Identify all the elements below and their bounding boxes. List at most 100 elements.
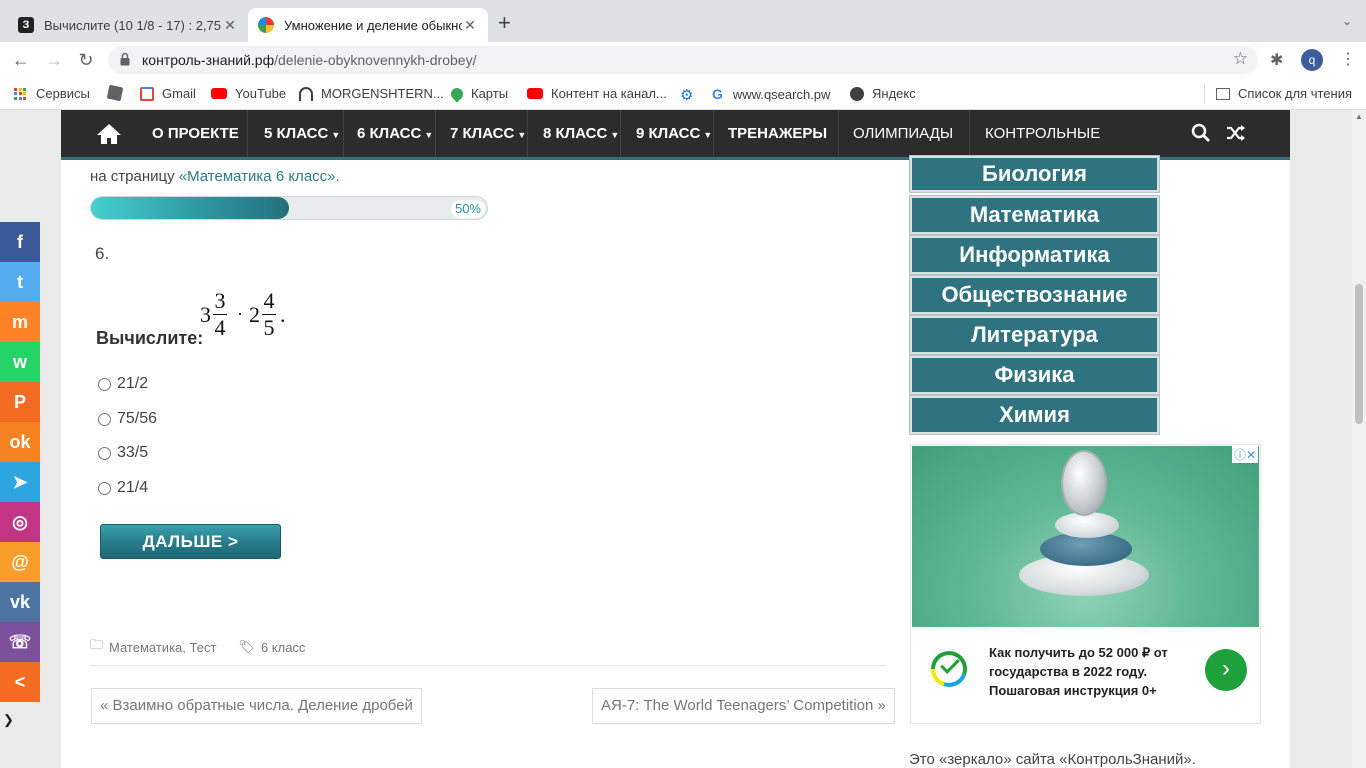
nav-divider	[527, 110, 528, 157]
question-label: Вычислите:	[96, 328, 204, 348]
home-icon[interactable]	[95, 122, 123, 146]
next-button[interactable]: ДАЛЬШЕ >	[100, 524, 281, 559]
answer-option[interactable]: 33/5	[98, 444, 148, 462]
share-print-icon[interactable]: P	[0, 382, 40, 422]
extensions-icon[interactable]: ✱	[1270, 50, 1283, 70]
scrollbar[interactable]	[1352, 110, 1366, 768]
bookmark-channel-content[interactable]: Контент на канал...	[527, 86, 667, 101]
share-telegram-icon[interactable]: ➤	[0, 462, 40, 502]
chevron-right-icon[interactable]: ›	[1205, 649, 1247, 691]
answer-label: 21/2	[117, 375, 149, 392]
formula-whole-1: 3	[200, 301, 211, 327]
formula-fraction-1: 34	[213, 288, 227, 340]
bookmark-star-icon[interactable]: ☆	[1233, 49, 1248, 69]
quiz-progress-bar: 50%	[90, 196, 488, 220]
radio-button[interactable]	[98, 377, 111, 391]
bookmark-label: Gmail	[162, 86, 196, 101]
youtube-icon	[527, 88, 543, 99]
answer-label: 21/4	[117, 479, 149, 496]
share-facebook-icon[interactable]: f	[0, 222, 40, 262]
profile-avatar[interactable]: q	[1301, 49, 1323, 71]
reading-list-button[interactable]: Список для чтения	[1216, 86, 1352, 101]
share-share-icon[interactable]: <	[0, 662, 40, 702]
search-icon[interactable]	[1191, 123, 1211, 143]
google-icon: G	[712, 86, 723, 102]
tab-2[interactable]: Умножение и деление обыкно ✕	[248, 8, 488, 42]
nav-grade-5[interactable]: 5 КЛАСС ▼	[264, 110, 340, 157]
bookmark-youtube[interactable]: YouTube	[211, 86, 286, 101]
answer-option[interactable]: 21/4	[98, 479, 148, 497]
nav-grade-6[interactable]: 6 КЛАСС ▼	[357, 110, 433, 157]
tab-1[interactable]: З Вычислите (10 1/8 - 17) : 2,75 ✕	[8, 8, 248, 42]
share-viber-icon[interactable]: ☏	[0, 622, 40, 662]
adchoices-icon[interactable]: ⓘ✕	[1231, 446, 1258, 463]
subject-physics[interactable]: Физика	[909, 355, 1160, 395]
reload-icon[interactable]: ↻	[75, 49, 97, 71]
prev-post-link[interactable]: « Взаимно обратные числа. Деление дробей	[91, 688, 422, 724]
web-page: О ПРОЕКТЕ 5 КЛАСС ▼ 6 КЛАСС ▼ 7 КЛАСС ▼ 8 К…	[0, 110, 1366, 768]
nav-trainers[interactable]: ТРЕНАЖЕРЫ	[728, 110, 827, 157]
nav-grade-9[interactable]: 9 КЛАСС ▼	[636, 110, 712, 157]
share-mailru-icon[interactable]: @	[0, 542, 40, 582]
subject-math[interactable]: Математика	[909, 195, 1160, 235]
radio-button[interactable]	[98, 412, 111, 426]
chevron-down-icon: ▼	[610, 130, 620, 140]
category-link[interactable]: Математика	[109, 640, 182, 655]
next-post-link[interactable]: АЯ-7: The World Teenagers’ Competition »	[592, 688, 895, 724]
nav-about[interactable]: О ПРОЕКТЕ	[152, 110, 239, 157]
close-tab-icon[interactable]: ✕	[222, 17, 238, 34]
scrollbar-thumb[interactable]	[1355, 284, 1363, 424]
nav-olympiads[interactable]: ОЛИМПИАДЫ	[853, 110, 953, 157]
subject-chemistry[interactable]: Химия	[909, 395, 1160, 435]
bookmark-settings[interactable]: ⚙	[680, 86, 693, 104]
subject-informatics[interactable]: Информатика	[909, 235, 1160, 275]
category-link[interactable]: Тест	[190, 640, 217, 655]
share-vk-icon[interactable]: vk	[0, 582, 40, 622]
menu-icon[interactable]: ⋮	[1340, 49, 1356, 69]
nav-grade-8[interactable]: 8 КЛАСС ▼	[543, 110, 619, 157]
post-meta: 🗀 Математика, Тест 🏷 6 класс	[90, 636, 305, 658]
bookmark-maps[interactable]: Карты	[448, 85, 508, 102]
subject-social-studies[interactable]: Обществознание	[909, 275, 1160, 315]
bookmark-label: www.qsearch.pw	[732, 86, 831, 102]
bookmark-yandex[interactable]: Яндекс	[850, 86, 916, 101]
chevron-down-icon: ▼	[703, 130, 713, 140]
share-mix-icon[interactable]: m	[0, 302, 40, 342]
subject-biology[interactable]: Биология	[909, 155, 1160, 193]
bookmark-unnamed[interactable]	[106, 84, 130, 102]
gear-icon: ⚙	[680, 87, 694, 104]
tag-link[interactable]: 6 класс	[261, 640, 306, 655]
shuffle-icon[interactable]	[1225, 122, 1247, 144]
tab-search-icon[interactable]: ⌄	[1342, 14, 1352, 28]
bookmark-gmail[interactable]: Gmail	[140, 86, 196, 101]
nav-grade-7[interactable]: 7 КЛАСС ▼	[450, 110, 526, 157]
scroll-up-icon[interactable]: ▲	[1355, 112, 1363, 121]
answer-label: 33/5	[117, 444, 149, 461]
math-grade-6-link[interactable]: «Математика 6 класс».	[179, 168, 340, 185]
share-instagram-icon[interactable]: ◎	[0, 502, 40, 542]
answer-label: 75/56	[117, 410, 158, 427]
share-odnoklassniki-icon[interactable]: ok	[0, 422, 40, 462]
radio-button[interactable]	[98, 481, 111, 495]
browser-toolbar: ← → ↻ контроль-знаний.рф/delenie-obyknov…	[0, 42, 1366, 78]
answer-option[interactable]: 75/56	[98, 410, 157, 428]
close-tab-icon[interactable]: ✕	[462, 17, 478, 34]
address-bar[interactable]: контроль-знаний.рф/delenie-obyknovennykh…	[108, 46, 1258, 74]
forward-icon[interactable]: →	[43, 49, 65, 71]
bookmark-qsearch[interactable]: G www.qsearch.pw	[712, 86, 830, 102]
new-tab-icon[interactable]: +	[498, 12, 511, 34]
nav-tests[interactable]: КОНТРОЛЬНЫЕ	[985, 110, 1100, 157]
tab-favicon-icon	[258, 17, 274, 33]
subject-literature[interactable]: Литература	[909, 315, 1160, 355]
share-whatsapp-icon[interactable]: w	[0, 342, 40, 382]
formula-operator: ·	[237, 304, 243, 324]
back-icon[interactable]: ←	[10, 49, 32, 71]
bookmark-services[interactable]: Сервисы	[14, 86, 90, 101]
bookmark-morgenshtern[interactable]: MORGENSHTERN...	[299, 86, 444, 101]
collapse-share-icon[interactable]: ❯	[3, 712, 14, 728]
advertisement[interactable]: ⓘ✕ Как получить до 52 000 ₽ от государст…	[910, 444, 1261, 724]
answer-option[interactable]: 21/2	[98, 375, 148, 393]
radio-button[interactable]	[98, 446, 111, 460]
tab-title: Умножение и деление обыкно	[284, 17, 462, 33]
share-twitter-icon[interactable]: t	[0, 262, 40, 302]
